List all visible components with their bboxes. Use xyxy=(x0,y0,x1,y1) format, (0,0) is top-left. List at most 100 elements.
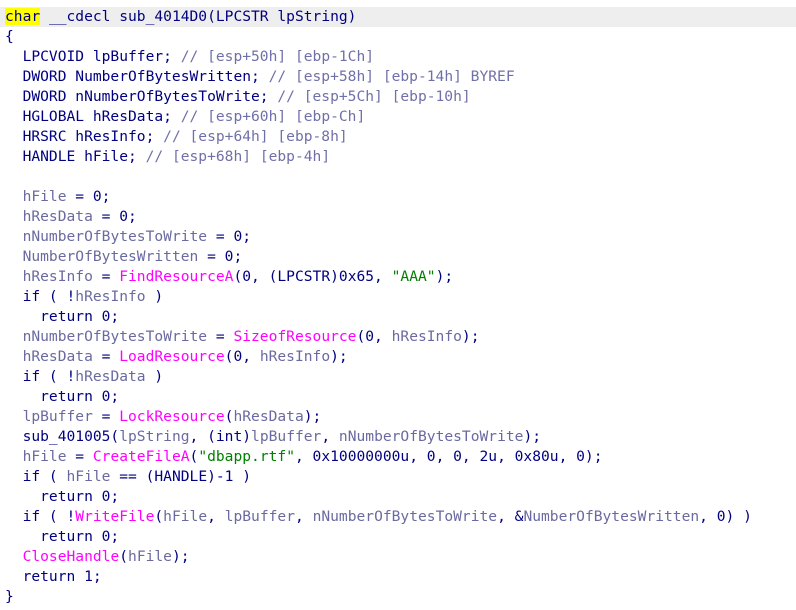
code-token: = xyxy=(207,328,234,345)
code-line[interactable]: NumberOfBytesWritten = 0; xyxy=(0,247,243,267)
code-token: ( xyxy=(119,548,129,565)
variable-token[interactable]: hResData xyxy=(233,408,303,425)
code-line[interactable] xyxy=(0,167,5,187)
code-line[interactable]: CloseHandle(hFile); xyxy=(0,547,190,567)
code-token: , & xyxy=(497,508,524,525)
code-token: , xyxy=(294,508,313,525)
code-line[interactable]: return 0; xyxy=(0,307,119,327)
code-line[interactable]: nNumberOfBytesToWrite = SizeofResource(0… xyxy=(0,327,480,347)
variable-token[interactable]: hResData xyxy=(75,368,145,385)
api-call-token[interactable]: FindResourceA xyxy=(119,268,233,285)
variable-token[interactable]: NumberOfBytesWritten xyxy=(23,248,199,265)
code-token: = xyxy=(92,268,120,285)
variable-token[interactable]: nNumberOfBytesToWrite xyxy=(23,228,208,245)
code-token: return 0; xyxy=(5,308,120,325)
code-token: = 0; xyxy=(207,228,252,245)
variable-token[interactable]: hResData xyxy=(23,348,93,365)
code-token: LPCVOID lpBuffer; xyxy=(5,48,181,65)
variable-token[interactable]: NumberOfBytesWritten xyxy=(523,508,699,525)
code-token: = xyxy=(92,408,120,425)
code-line[interactable]: lpBuffer = LockResource(hResData); xyxy=(0,407,322,427)
code-line[interactable]: DWORD NumberOfBytesWritten; // [esp+58h]… xyxy=(0,67,515,87)
variable-token[interactable]: hResInfo xyxy=(75,288,145,305)
api-call-token[interactable]: LockResource xyxy=(119,408,224,425)
code-line[interactable]: HRSRC hResInfo; // [esp+64h] [ebp-8h] xyxy=(0,127,348,147)
code-token: , xyxy=(207,508,225,525)
code-token: ) xyxy=(145,368,164,385)
code-line[interactable]: hResInfo = FindResourceA(0, (LPCSTR)0x65… xyxy=(0,267,454,287)
code-token: { xyxy=(5,28,14,45)
string-literal-token: "dbapp.rtf" xyxy=(198,448,295,465)
code-token: return 0; xyxy=(5,388,120,405)
code-line[interactable]: HANDLE hFile; // [esp+68h] [ebp-4h] xyxy=(0,147,331,167)
code-token: ); xyxy=(461,328,480,345)
code-token: if ( ! xyxy=(5,288,76,305)
variable-token[interactable]: nNumberOfBytesToWrite xyxy=(23,328,208,345)
variable-token[interactable]: hResData xyxy=(23,208,93,225)
code-token: return 1; xyxy=(5,568,102,585)
code-line[interactable]: hFile = CreateFileA("dbapp.rtf", 0x10000… xyxy=(0,447,603,467)
code-line[interactable]: return 0; xyxy=(0,487,119,507)
api-call-token[interactable]: WriteFile xyxy=(75,508,154,525)
code-line[interactable]: LPCVOID lpBuffer; // [esp+50h] [ebp-1Ch] xyxy=(0,47,374,67)
api-call-token[interactable]: CreateFileA xyxy=(93,448,190,465)
api-call-token[interactable]: CloseHandle xyxy=(23,548,120,565)
code-line[interactable]: DWORD nNumberOfBytesToWrite; // [esp+5Ch… xyxy=(0,87,471,107)
code-token: (0, xyxy=(224,348,260,365)
variable-token[interactable]: lpBuffer xyxy=(225,508,295,525)
code-line[interactable]: nNumberOfBytesToWrite = 0; xyxy=(0,227,251,247)
comment-token: // [esp+60h] [ebp-Ch] xyxy=(180,108,366,125)
code-token: ); xyxy=(523,428,542,445)
code-token: return 0; xyxy=(5,488,120,505)
string-literal-token: "AAA" xyxy=(391,268,436,285)
code-token: DWORD nNumberOfBytesToWrite; xyxy=(5,88,278,105)
api-call-token[interactable]: SizeofResource xyxy=(233,328,356,345)
code-line[interactable]: return 1; xyxy=(0,567,102,587)
code-line[interactable]: if ( !WriteFile(hFile, lpBuffer, nNumber… xyxy=(0,507,752,527)
code-token: if ( xyxy=(5,468,67,485)
variable-token[interactable]: hResInfo xyxy=(23,268,93,285)
variable-token[interactable]: hResInfo xyxy=(392,328,462,345)
code-line[interactable]: { xyxy=(0,27,14,47)
code-token: HGLOBAL hResData; xyxy=(5,108,181,125)
code-line[interactable]: } xyxy=(0,587,14,607)
variable-token[interactable]: lpBuffer xyxy=(23,408,93,425)
code-line[interactable]: return 0; xyxy=(0,387,119,407)
variable-token[interactable]: hResInfo xyxy=(260,348,330,365)
code-token: ( xyxy=(154,508,164,525)
variable-token[interactable]: hFile xyxy=(163,508,207,525)
code-line[interactable]: HGLOBAL hResData; // [esp+60h] [ebp-Ch] xyxy=(0,107,366,127)
code-token: = xyxy=(66,448,93,465)
variable-token[interactable]: hFile xyxy=(23,188,67,205)
code-token: if ( ! xyxy=(5,368,76,385)
code-line[interactable]: hResData = LoadResource(0, hResInfo); xyxy=(0,347,348,367)
code-line[interactable]: if ( hFile == (HANDLE)-1 ) xyxy=(0,467,251,487)
variable-token[interactable]: hFile xyxy=(67,468,111,485)
code-line[interactable]: hResData = 0; xyxy=(0,207,137,227)
variable-token[interactable]: lpString xyxy=(119,428,189,445)
code-line[interactable]: return 0; xyxy=(0,527,119,547)
code-token: == (HANDLE)-1 ) xyxy=(110,468,252,485)
code-token: ); xyxy=(330,348,348,365)
code-line[interactable]: if ( !hResData ) xyxy=(0,367,164,387)
api-call-token[interactable]: LoadResource xyxy=(119,348,224,365)
cursor-token[interactable]: char xyxy=(5,8,41,25)
code-line[interactable]: hFile = 0; xyxy=(0,187,111,207)
code-line[interactable]: if ( !hResInfo ) xyxy=(0,287,164,307)
code-line[interactable]: sub_401005(lpString, (int)lpBuffer, nNum… xyxy=(0,427,541,447)
variable-token[interactable]: nNumberOfBytesToWrite xyxy=(339,428,524,445)
variable-token[interactable]: lpBuffer xyxy=(251,428,321,445)
code-line[interactable]: char __cdecl sub_4014D0(LPCSTR lpString) xyxy=(0,7,796,27)
variable-token[interactable]: hFile xyxy=(23,448,67,465)
code-token: ); xyxy=(435,268,454,285)
variable-token[interactable]: hFile xyxy=(128,548,172,565)
code-token: (0, (LPCSTR)0x65, xyxy=(233,268,392,285)
code-token: HANDLE hFile; xyxy=(5,148,146,165)
variable-token[interactable]: nNumberOfBytesToWrite xyxy=(313,508,498,525)
